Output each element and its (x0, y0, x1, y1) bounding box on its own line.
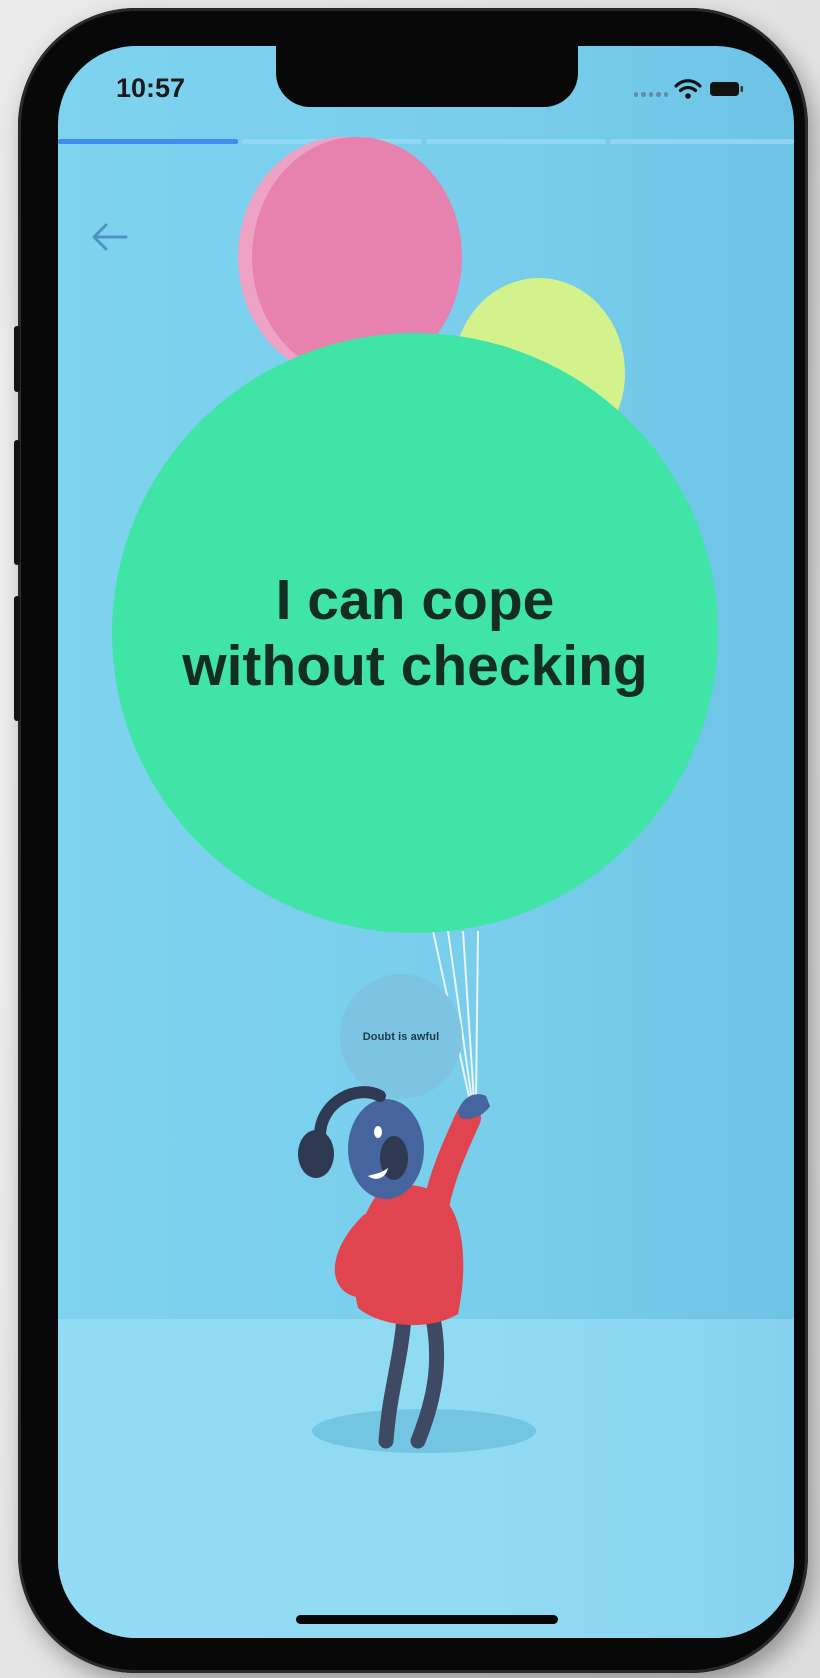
battery-icon (710, 82, 743, 96)
volume-up-button (14, 440, 20, 565)
camera-notch (276, 46, 578, 107)
status-time: 10:57 (116, 73, 186, 103)
character-eye (374, 1126, 382, 1138)
wifi-icon (674, 79, 702, 99)
cellular-signal-icon (634, 92, 669, 98)
home-indicator[interactable] (296, 1615, 558, 1624)
character-raised-arm (423, 1105, 481, 1219)
mute-switch (14, 326, 20, 392)
app-screen: I can cope without checking Doubt is awf… (58, 46, 794, 1638)
character-illustration (298, 1086, 536, 1453)
character-hand (458, 1094, 490, 1119)
volume-down-button (14, 596, 20, 721)
